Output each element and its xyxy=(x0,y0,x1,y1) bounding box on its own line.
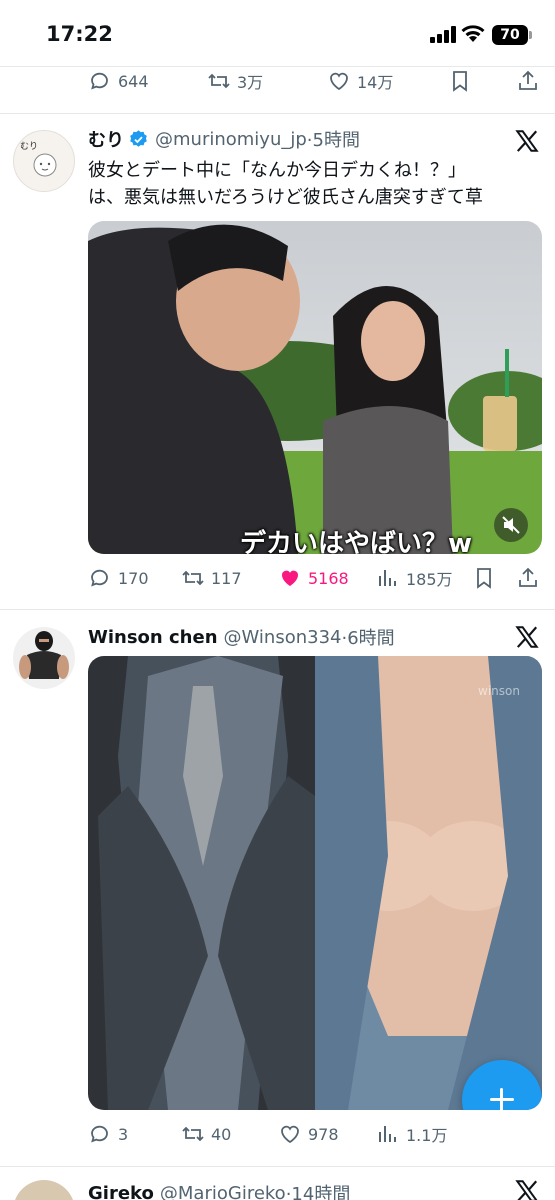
tweet-time: ·5時間 xyxy=(306,130,360,151)
tweet-actions: 170 117 5168 185万 xyxy=(0,563,555,593)
retweet-button[interactable]: 40 xyxy=(181,1119,231,1149)
tweet-time: ·6時間 xyxy=(341,628,395,649)
bookmark-icon xyxy=(453,71,467,92)
views-button[interactable]: 1.1万 xyxy=(376,1119,447,1149)
video-frame xyxy=(88,221,542,554)
status-time: 17:22 xyxy=(46,22,113,46)
mute-button[interactable] xyxy=(494,508,528,542)
author-name[interactable]: Gireko xyxy=(88,1183,154,1200)
reply-button[interactable]: 170 xyxy=(88,563,149,593)
retweet-button[interactable]: 117 xyxy=(181,563,242,593)
reply-count: 644 xyxy=(118,71,149,91)
divider xyxy=(0,1166,555,1167)
retweet-count: 40 xyxy=(211,1124,232,1144)
share-icon xyxy=(519,567,537,587)
reply-button[interactable]: 644 xyxy=(88,66,149,96)
tweet-time: ·14時間 xyxy=(285,1184,351,1200)
like-count: 5168 xyxy=(308,568,349,588)
bookmark-icon xyxy=(477,568,491,589)
reply-count: 170 xyxy=(118,568,149,588)
avatar-image xyxy=(19,631,69,679)
tweet-header: Winson chen @Winson334 ·6時間 xyxy=(88,624,395,650)
like-button[interactable]: 14万 xyxy=(327,66,393,96)
video-caption: デカいはやばい？w xyxy=(240,529,473,554)
like-button[interactable]: 978 xyxy=(278,1119,339,1149)
retweet-icon xyxy=(208,73,230,89)
views-button[interactable]: 185万 xyxy=(376,563,453,593)
bookmark-button[interactable] xyxy=(472,563,496,593)
compose-icon xyxy=(500,1088,503,1110)
author-handle[interactable]: @murinomiyu_jp xyxy=(155,129,307,150)
x-logo-icon[interactable] xyxy=(514,1178,540,1200)
author-handle[interactable]: @Winson334 xyxy=(224,627,342,648)
prev-tweet-actions: 644 3万 14万 xyxy=(0,66,555,96)
like-icon xyxy=(281,1125,299,1144)
avatar[interactable] xyxy=(13,1180,75,1200)
image-watermark: winson xyxy=(478,684,520,698)
tweet-image[interactable]: winson xyxy=(88,656,542,1110)
avatar[interactable] xyxy=(13,627,75,689)
like-count: 14万 xyxy=(357,73,394,92)
reply-icon xyxy=(91,569,108,587)
like-icon-filled xyxy=(282,570,298,586)
share-icon xyxy=(519,70,537,90)
like-icon xyxy=(330,72,348,91)
retweet-button[interactable]: 3万 xyxy=(207,66,263,96)
retweet-icon xyxy=(182,570,204,586)
reply-icon xyxy=(91,1125,108,1143)
author-name[interactable]: Winson chen xyxy=(88,627,218,648)
tweet-header: むり @murinomiyu_jp ·5時間 xyxy=(88,126,360,152)
divider xyxy=(0,113,555,114)
retweet-icon xyxy=(182,1126,204,1142)
author-handle[interactable]: @MarioGireko xyxy=(160,1183,286,1200)
bookmark-button[interactable] xyxy=(448,66,472,96)
tweet-text-line: 彼女とデート中に「なんか今日デカくね！？」 xyxy=(88,160,466,181)
x-logo-icon[interactable] xyxy=(514,624,540,650)
battery-indicator: 70 xyxy=(492,25,528,45)
tweet-text: 彼女とデート中に「なんか今日デカくね！？」 は、悪気は無いだろうけど彼氏さん唐突… xyxy=(88,157,533,211)
reply-button[interactable]: 3 xyxy=(88,1119,128,1149)
like-button[interactable]: 5168 xyxy=(278,563,349,593)
author-name[interactable]: むり xyxy=(88,126,124,152)
speaker-muted-icon xyxy=(502,516,520,534)
divider xyxy=(0,609,555,610)
tweet-text-line: は、悪気は無いだろうけど彼氏さん唐突すぎて草 xyxy=(88,187,483,208)
share-button[interactable] xyxy=(516,66,540,96)
cellular-signal-icon xyxy=(430,26,456,43)
wifi-icon xyxy=(461,25,485,42)
reply-count: 3 xyxy=(118,1124,129,1144)
verified-badge-icon xyxy=(130,129,147,147)
views-count: 185万 xyxy=(406,570,453,589)
battery-cap xyxy=(529,31,532,39)
status-bar: 17:22 70 xyxy=(0,0,555,66)
views-icon xyxy=(379,570,396,586)
like-count: 978 xyxy=(308,1124,339,1144)
views-count: 1.1万 xyxy=(406,1126,448,1145)
tweet-header: Gireko @MarioGireko ·14時間 xyxy=(88,1180,350,1200)
retweet-count: 3万 xyxy=(237,73,264,92)
x-logo-icon[interactable] xyxy=(514,128,540,154)
retweet-count: 117 xyxy=(211,568,242,588)
share-button[interactable] xyxy=(516,563,540,593)
reply-icon xyxy=(91,72,108,90)
avatar[interactable]: むり xyxy=(13,130,75,192)
views-icon xyxy=(379,1126,396,1142)
image-content xyxy=(88,656,542,1110)
tweet-video[interactable]: デカいはやばい？w xyxy=(88,221,542,554)
tweet-actions: 3 40 978 1.1万 xyxy=(0,1119,555,1149)
avatar-label: むり xyxy=(20,142,39,152)
